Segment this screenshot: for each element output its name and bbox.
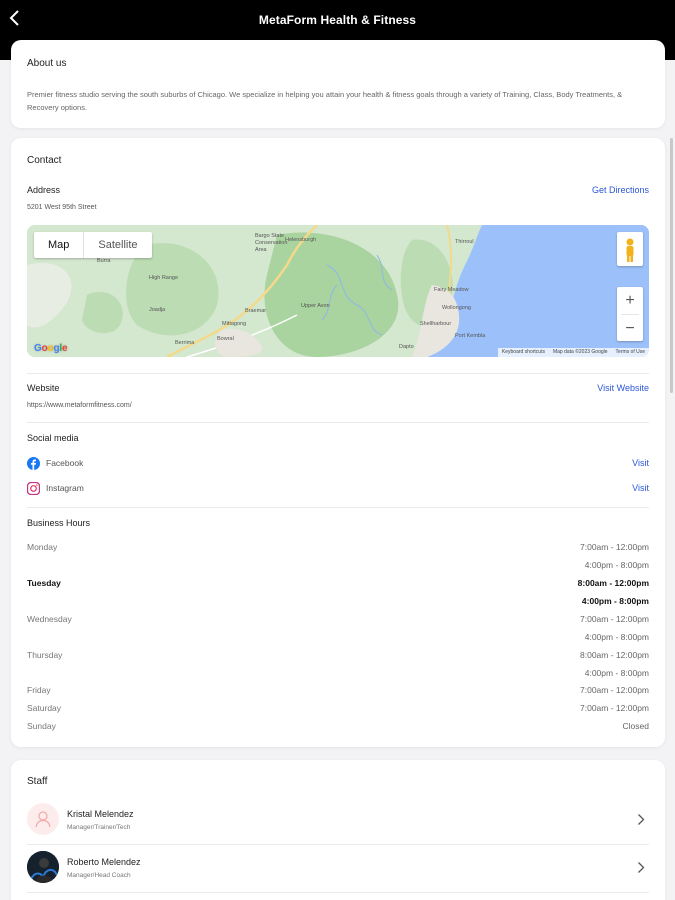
map-place-label: Bowral — [217, 336, 234, 342]
social-media-heading: Social media — [27, 433, 79, 443]
map-data-text: Map data ©2023 Google — [552, 349, 608, 355]
terms-of-use-link[interactable]: Terms of Use — [616, 348, 645, 357]
staff-name: Kristal Melendez — [67, 809, 134, 819]
hours-day: Monday — [27, 542, 58, 552]
hours-time: 4:00pm - 8:00pm — [584, 632, 649, 642]
about-card: About us Premier fitness studio serving … — [11, 40, 665, 128]
map-type-toggle: Map Satellite — [34, 232, 152, 258]
divider — [27, 373, 649, 374]
map-place-label: Joadja — [149, 307, 166, 313]
hours-day: Wednesday — [27, 614, 72, 624]
map-place-label: Shellharbour — [420, 321, 452, 327]
staff-role: Manager/Trainer/Tech — [67, 824, 131, 831]
hours-day: Friday — [27, 685, 51, 695]
contact-card: Contact Address Get Directions 5201 West… — [11, 138, 665, 747]
avatar-photo — [27, 851, 59, 883]
avatar-placeholder — [27, 803, 59, 835]
map-tab-map[interactable]: Map — [34, 232, 83, 258]
scrollbar[interactable] — [670, 138, 673, 393]
about-heading: About us — [27, 58, 67, 69]
get-directions-link[interactable]: Get Directions — [592, 185, 649, 195]
keyboard-shortcuts-link[interactable]: Keyboard shortcuts — [502, 348, 545, 357]
map-place-label: Port Kembla — [455, 333, 486, 339]
map-place-label: Mittagong — [222, 321, 247, 327]
map-view[interactable]: Bargo State Conservation Area Helensburg… — [27, 225, 649, 357]
map-tab-satellite[interactable]: Satellite — [84, 232, 151, 258]
map-place-label: Berrima — [175, 340, 195, 346]
address-value: 5201 West 95th Street — [27, 204, 97, 211]
staff-role: Manager/Head Coach — [67, 872, 131, 879]
hours-time: 7:00am - 12:00pm — [580, 614, 649, 624]
staff-row[interactable]: Kristal Melendez Manager/Trainer/Tech — [11, 797, 665, 844]
staff-name: Roberto Melendez — [67, 857, 141, 867]
chevron-right-icon — [637, 861, 645, 874]
instagram-visit-link[interactable]: Visit — [632, 483, 649, 493]
instagram-icon — [26, 481, 41, 496]
map-place-label: Upper Avon — [301, 303, 330, 309]
map-place-label: Wollongong — [442, 305, 471, 311]
staff-row[interactable]: Roberto Melendez Manager/Head Coach — [11, 845, 665, 892]
map-place-label: Thirroul — [455, 239, 474, 245]
hours-time: 7:00am - 12:00pm — [580, 685, 649, 695]
hours-time: 8:00am - 12:00pm — [580, 650, 649, 660]
visit-website-link[interactable]: Visit Website — [597, 383, 649, 393]
street-view-pegman-icon[interactable] — [617, 232, 643, 266]
chevron-right-icon — [637, 813, 645, 826]
divider — [27, 507, 649, 508]
map-place-label: Braemar — [245, 308, 267, 314]
divider — [27, 422, 649, 423]
facebook-icon — [27, 457, 40, 470]
map-place-label: Bargo State Conservation Area — [255, 233, 288, 253]
business-hours-heading: Business Hours — [27, 518, 91, 528]
hours-day: Sunday — [27, 721, 56, 731]
website-label: Website — [27, 383, 60, 393]
hours-day-today: Tuesday — [27, 578, 61, 588]
about-text: Premier fitness studio serving the south… — [27, 90, 623, 112]
contact-heading: Contact — [27, 155, 62, 166]
zoom-out-button[interactable]: − — [617, 315, 643, 342]
hours-time: 4:00pm - 8:00pm — [584, 560, 649, 570]
instagram-label: Instagram — [46, 483, 84, 493]
hours-day: Saturday — [27, 703, 62, 713]
staff-card: Staff Kristal Melendez Manager/Trainer/T… — [11, 760, 665, 900]
zoom-in-button[interactable]: + — [617, 287, 643, 314]
staff-heading: Staff — [27, 776, 48, 787]
hours-time: Closed — [622, 721, 649, 731]
map-zoom-controls: + − — [617, 287, 643, 341]
hours-time: 4:00pm - 8:00pm — [581, 596, 649, 606]
map-place-label: Dapto — [399, 344, 414, 350]
facebook-label: Facebook — [46, 458, 84, 468]
website-url: https://www.metaformfitness.com/ — [27, 402, 132, 409]
hours-time: 7:00am - 12:00pm — [580, 542, 649, 552]
divider — [27, 892, 649, 893]
facebook-visit-link[interactable]: Visit — [632, 458, 649, 468]
hours-time: 7:00am - 12:00pm — [580, 703, 649, 713]
map-place-label: High Range — [149, 275, 179, 281]
hours-time: 4:00pm - 8:00pm — [584, 668, 649, 678]
map-place-label: Burra — [97, 258, 111, 264]
map-place-label: Fairy Meadow — [434, 287, 469, 293]
hours-day: Thursday — [27, 650, 63, 660]
page-title: MetaForm Health & Fitness — [258, 13, 417, 27]
map-attribution: Keyboard shortcuts Map data ©2023 Google… — [497, 348, 649, 357]
address-label: Address — [27, 185, 61, 195]
map-place-label: Helensburgh — [285, 237, 317, 243]
hours-time: 8:00am - 12:00pm — [577, 578, 649, 588]
google-logo: Google — [34, 343, 68, 354]
